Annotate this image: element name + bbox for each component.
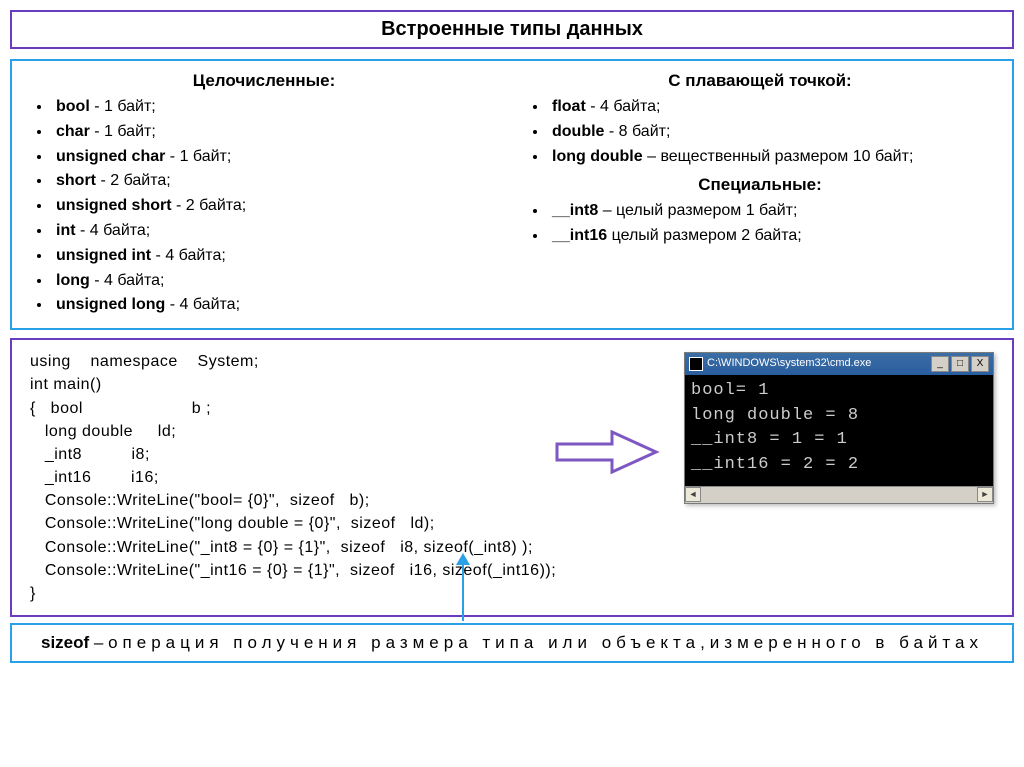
type-name: __int16 xyxy=(552,227,612,244)
list-item: int - 4 байта; xyxy=(52,219,502,244)
float-header: С плавающей точкой: xyxy=(522,71,998,91)
type-desc: - 1 байт; xyxy=(94,98,156,115)
type-name: bool xyxy=(56,98,94,115)
type-name: short xyxy=(56,172,100,189)
page-title: Встроенные типы данных xyxy=(10,10,1014,49)
maximize-button[interactable]: □ xyxy=(951,356,969,372)
type-name: unsigned int xyxy=(56,247,156,264)
type-desc: – целый размером 1 байт; xyxy=(603,202,798,219)
type-desc: - 1 байт; xyxy=(170,148,232,165)
list-item: char - 1 байт; xyxy=(52,120,502,145)
list-item: unsigned char - 1 байт; xyxy=(52,145,502,170)
code-line: Console::WriteLine("long double = {0}", … xyxy=(30,512,998,535)
code-line: Console::WriteLine("_int8 = {0} = {1}", … xyxy=(30,536,998,559)
type-name: char xyxy=(56,123,94,140)
types-panel: Целочисленные: bool - 1 байт;char - 1 ба… xyxy=(10,59,1014,330)
type-desc: - 4 байта; xyxy=(590,98,660,115)
arrow-icon xyxy=(552,426,662,478)
list-item: __int8 – целый размером 1 байт; xyxy=(548,199,998,224)
type-desc: целый размером 2 байта; xyxy=(612,227,802,244)
type-desc: - 1 байт; xyxy=(94,123,156,140)
up-arrow-icon xyxy=(454,553,472,621)
type-name: long double xyxy=(552,148,647,165)
console-path: C:\WINDOWS\system32\cmd.exe xyxy=(707,356,931,372)
special-list: __int8 – целый размером 1 байт;__int16 ц… xyxy=(522,199,998,249)
list-item: long double – вещественный размером 10 б… xyxy=(548,145,998,170)
type-desc: - 2 байта; xyxy=(100,172,170,189)
footer-text: операция получения размера типа или объе… xyxy=(108,633,983,652)
scroll-right-icon[interactable]: ► xyxy=(977,487,993,502)
list-item: unsigned long - 4 байта; xyxy=(52,293,502,318)
type-name: unsigned short xyxy=(56,197,176,214)
type-desc: – вещественный размером 10 байт; xyxy=(647,148,913,165)
type-desc: - 4 байта; xyxy=(170,296,240,313)
scrollbar-horizontal[interactable]: ◄ ► xyxy=(685,486,993,503)
sizeof-keyword: sizeof xyxy=(41,633,89,652)
type-desc: - 4 байта; xyxy=(94,272,164,289)
list-item: unsigned int - 4 байта; xyxy=(52,244,502,269)
integer-list: bool - 1 байт;char - 1 байт;unsigned cha… xyxy=(26,95,502,318)
list-item: unsigned short - 2 байта; xyxy=(52,194,502,219)
list-item: short - 2 байта; xyxy=(52,169,502,194)
scroll-left-icon[interactable]: ◄ xyxy=(685,487,701,502)
type-desc: - 8 байт; xyxy=(609,123,671,140)
type-name: unsigned char xyxy=(56,148,170,165)
code-panel: using namespace System;int main(){ bool … xyxy=(10,338,1014,617)
type-name: double xyxy=(552,123,609,140)
float-column: С плавающей точкой: float - 4 байта;doub… xyxy=(522,71,998,318)
list-item: float - 4 байта; xyxy=(548,95,998,120)
footer-dash: – xyxy=(89,633,108,652)
console-window: C:\WINDOWS\system32\cmd.exe _ □ X bool= … xyxy=(684,352,994,504)
integer-header: Целочисленные: xyxy=(26,71,502,91)
list-item: bool - 1 байт; xyxy=(52,95,502,120)
type-name: long xyxy=(56,272,94,289)
type-desc: - 4 байта; xyxy=(80,222,150,239)
float-list: float - 4 байта;double - 8 байт;long dou… xyxy=(522,95,998,169)
type-desc: - 2 байта; xyxy=(176,197,246,214)
type-name: float xyxy=(552,98,590,115)
type-desc: - 4 байта; xyxy=(156,247,226,264)
integer-column: Целочисленные: bool - 1 байт;char - 1 ба… xyxy=(26,71,502,318)
type-name: int xyxy=(56,222,80,239)
cmd-icon xyxy=(689,357,703,371)
list-item: double - 8 байт; xyxy=(548,120,998,145)
list-item: __int16 целый размером 2 байта; xyxy=(548,224,998,249)
list-item: long - 4 байта; xyxy=(52,269,502,294)
console-titlebar: C:\WINDOWS\system32\cmd.exe _ □ X xyxy=(685,353,993,375)
close-button[interactable]: X xyxy=(971,356,989,372)
minimize-button[interactable]: _ xyxy=(931,356,949,372)
type-name: __int8 xyxy=(552,202,603,219)
footer-panel: sizeof – операция получения размера типа… xyxy=(10,623,1014,663)
special-header: Специальные: xyxy=(522,175,998,195)
type-name: unsigned long xyxy=(56,296,170,313)
code-line: Console::WriteLine("_int16 = {0} = {1}",… xyxy=(30,559,998,582)
code-line: } xyxy=(30,582,998,605)
console-output: bool= 1 long double = 8 __int8 = 1 = 1 _… xyxy=(685,375,993,486)
